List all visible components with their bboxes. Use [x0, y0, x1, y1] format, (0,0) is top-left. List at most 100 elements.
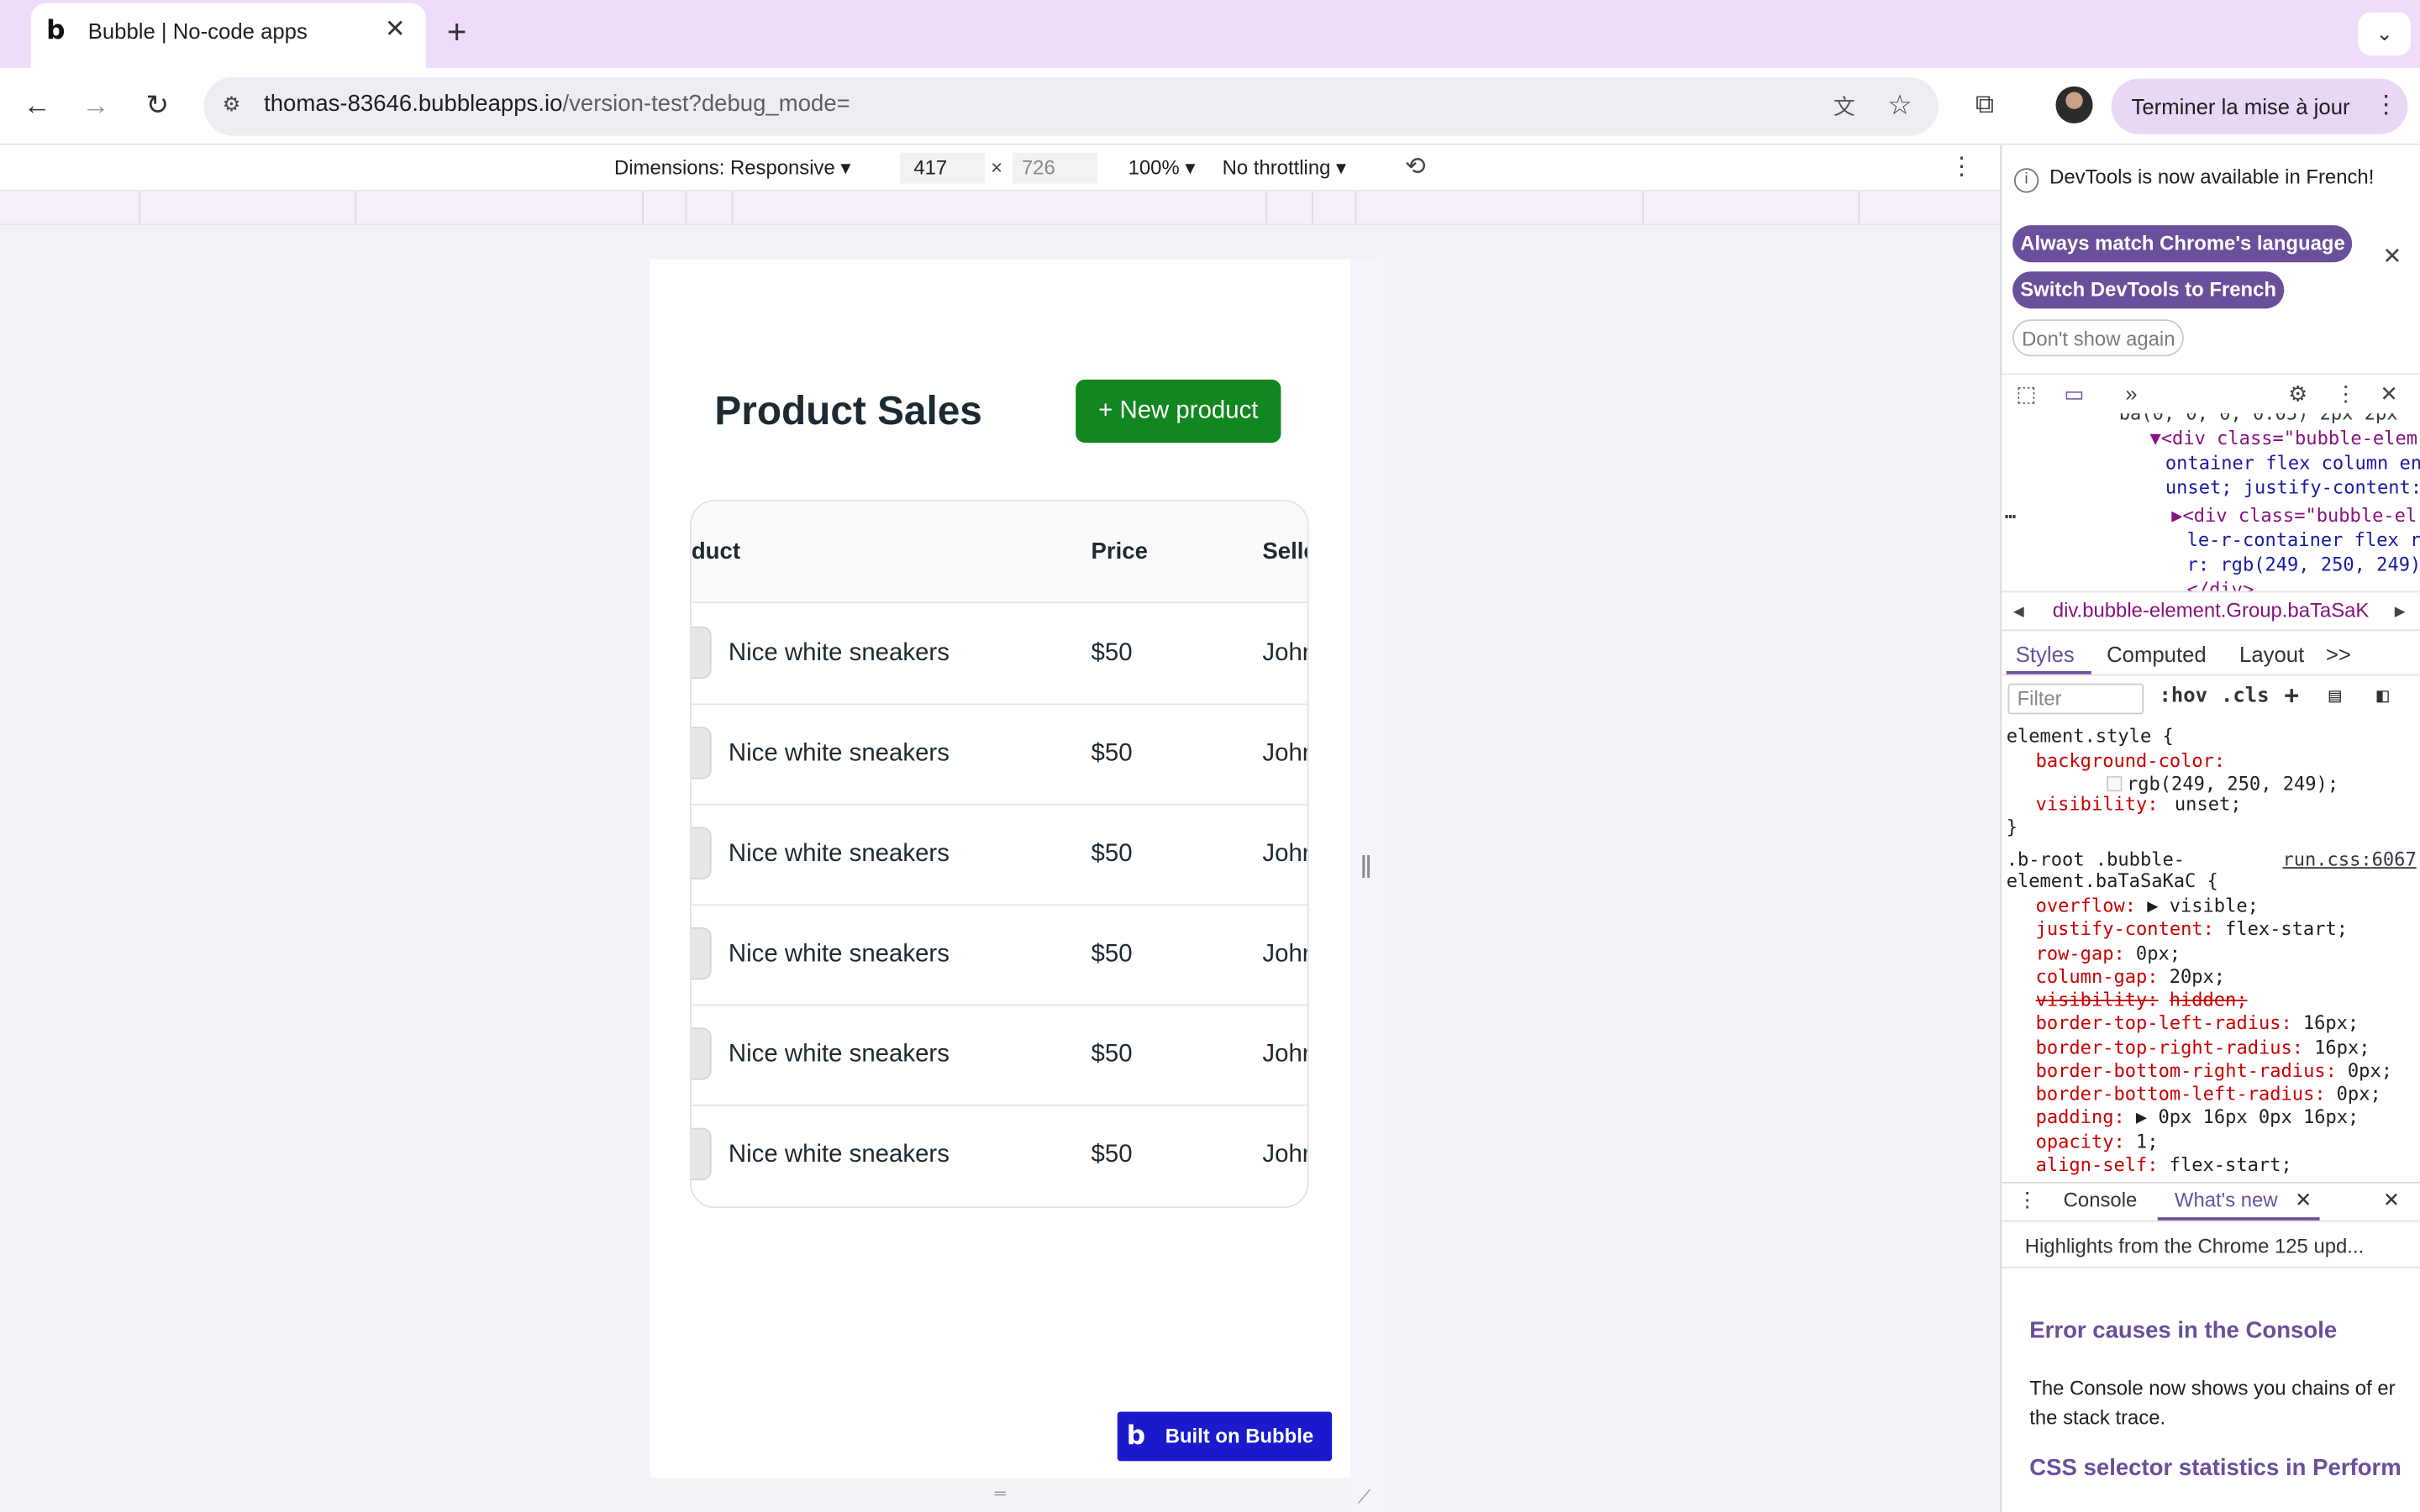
tab-console[interactable]: Console: [2064, 1188, 2138, 1211]
update-button[interactable]: Terminer la mise à jour: [2111, 78, 2408, 134]
css-prop[interactable]: overflow:: [2036, 895, 2136, 918]
css-value[interactable]: 16px;: [2303, 1012, 2359, 1036]
css-prop[interactable]: border-bottom-left-radius:: [2036, 1083, 2326, 1106]
table-row[interactable]: Nice white sneakers $50 Johr: [691, 906, 1307, 1006]
elements-tree[interactable]: ba(0, 0, 0, 0.05) 2px 2px ▼<div class="b…: [2002, 413, 2420, 591]
css-prop[interactable]: padding:: [2036, 1106, 2125, 1130]
css-prop[interactable]: background-color:: [2036, 750, 2226, 774]
dont-show-again-button[interactable]: Don't show again: [2012, 319, 2185, 357]
resize-bottom-icon[interactable]: ═: [977, 1487, 1023, 1503]
header-seller[interactable]: Selle: [1262, 538, 1307, 564]
extensions-puzzle-icon[interactable]: ⧉: [1966, 87, 2003, 123]
more-tabs-icon[interactable]: »: [2116, 378, 2147, 409]
styles-pane[interactable]: element.style { background-color: rgb(24…: [2002, 722, 2420, 1182]
viewport-width-input[interactable]: 417: [899, 152, 985, 184]
css-prop[interactable]: visibility:: [2036, 793, 2159, 816]
paint-brush-icon[interactable]: ▤: [2329, 685, 2341, 708]
viewport-height-input[interactable]: 726: [1012, 152, 1097, 184]
close-whats-new-icon[interactable]: ✕: [2295, 1188, 2312, 1212]
dom-line[interactable]: ▶<div class="bubble-el: [2171, 503, 2417, 528]
css-value[interactable]: ▶ 0px 16px 0px 16px;: [2136, 1106, 2359, 1130]
tab-styles[interactable]: Styles: [2016, 642, 2075, 666]
rotate-icon[interactable]: ⟲: [1398, 151, 1432, 185]
add-rule-icon[interactable]: +: [2284, 680, 2299, 710]
tab-layout[interactable]: Layout: [2239, 642, 2304, 666]
css-value[interactable]: 0px;: [2136, 942, 2181, 965]
header-product[interactable]: duct: [692, 538, 740, 564]
drawer-menu-icon[interactable]: ⋮: [2018, 1188, 2038, 1212]
sidebar-toggle-icon[interactable]: ◧: [2377, 685, 2389, 708]
url-text[interactable]: thomas-83646.bubbleapps.io/version-test?…: [264, 91, 850, 117]
devtools-menu-icon[interactable]: ⋮: [2330, 378, 2361, 409]
css-value[interactable]: 0px;: [2337, 1083, 2381, 1106]
device-toggle-icon[interactable]: ▭: [2059, 378, 2090, 409]
css-value[interactable]: hidden;: [2170, 989, 2248, 1012]
css-prop[interactable]: border-top-right-radius:: [2036, 1036, 2303, 1059]
tab-whats-new[interactable]: What's new: [2175, 1188, 2278, 1211]
tab-computed[interactable]: Computed: [2107, 642, 2207, 666]
translate-icon[interactable]: 文: [1828, 90, 1861, 123]
breadcrumb-right-icon[interactable]: ▶: [2389, 597, 2411, 625]
css-prop[interactable]: opacity:: [2036, 1130, 2125, 1153]
back-arrow-icon[interactable]: ←: [15, 83, 58, 126]
bookmark-star-icon[interactable]: ☆: [1883, 87, 1917, 123]
cls-toggle[interactable]: .cls: [2221, 685, 2270, 708]
table-row[interactable]: Nice white sneakers $50 Johr: [691, 605, 1307, 706]
close-drawer-icon[interactable]: ✕: [2383, 1188, 2400, 1212]
settings-gear-icon[interactable]: ⚙: [2282, 378, 2313, 409]
dom-line[interactable]: ▼<div class="bubble-elem: [2150, 426, 2417, 450]
new-tab-icon[interactable]: +: [439, 13, 476, 51]
css-value[interactable]: 16px;: [2314, 1036, 2370, 1059]
profile-avatar[interactable]: [2055, 86, 2093, 123]
table-row[interactable]: Nice white sneakers $50 Johr: [691, 705, 1307, 806]
tab-search-chevron-icon[interactable]: ⌄: [2358, 12, 2411, 56]
css-value[interactable]: ▶ visible;: [2147, 895, 2259, 918]
css-value[interactable]: 20px;: [2170, 965, 2225, 989]
new-product-button[interactable]: + New product: [1076, 379, 1281, 444]
browser-menu-icon[interactable]: ⋮: [2374, 79, 2398, 134]
css-prop[interactable]: justify-content:: [2036, 918, 2214, 942]
table-row[interactable]: Nice white sneakers $50 Johr: [691, 1106, 1307, 1206]
media-query-ruler[interactable]: [0, 191, 2001, 226]
css-prop[interactable]: row-gap:: [2036, 942, 2125, 965]
close-devtools-icon[interactable]: ✕: [2374, 378, 2405, 409]
styles-filter-input[interactable]: Filter: [2007, 683, 2144, 715]
css-value[interactable]: 1;: [2136, 1130, 2159, 1153]
css-value[interactable]: unset;: [2175, 793, 2242, 816]
dom-line[interactable]: ba(0, 0, 0, 0.05) 2px 2px: [2119, 413, 2398, 426]
device-more-icon[interactable]: ⋮: [1948, 151, 1975, 185]
css-prop[interactable]: border-bottom-right-radius:: [2036, 1059, 2337, 1083]
close-notice-icon[interactable]: ✕: [2380, 244, 2404, 271]
header-price[interactable]: Price: [1092, 538, 1148, 564]
whats-new-heading[interactable]: Error causes in the Console: [2029, 1318, 2337, 1344]
css-prop[interactable]: column-gap:: [2036, 965, 2159, 989]
throttling-select[interactable]: No throttling ▾: [1223, 156, 1346, 181]
forward-arrow-icon[interactable]: →: [74, 83, 117, 126]
site-settings-icon[interactable]: ⚙: [216, 90, 247, 121]
dimensions-select[interactable]: Dimensions: Responsive ▾: [614, 156, 850, 181]
inspect-element-icon[interactable]: ⬚: [2011, 378, 2042, 409]
breadcrumb[interactable]: div.bubble-element.Group.baTaSaK: [2053, 599, 2380, 622]
resize-handle-icon[interactable]: ‖: [1360, 846, 1372, 892]
zoom-select[interactable]: 100% ▾: [1128, 156, 1196, 181]
css-value[interactable]: flex-start;: [2170, 1153, 2292, 1177]
css-prop[interactable]: border-top-left-radius:: [2036, 1012, 2292, 1036]
tab-more[interactable]: >>: [2326, 642, 2351, 666]
css-source-link[interactable]: run.css:6067: [2282, 848, 2416, 872]
whats-new-heading[interactable]: CSS selector statistics in Perform: [2029, 1455, 2402, 1481]
switch-french-button[interactable]: Switch DevTools to French: [2012, 271, 2285, 309]
hov-toggle[interactable]: :hov: [2160, 685, 2208, 708]
css-prop[interactable]: align-self:: [2036, 1153, 2159, 1177]
color-swatch[interactable]: [2107, 775, 2123, 792]
table-row[interactable]: Nice white sneakers $50 Johr: [691, 1006, 1307, 1106]
resize-corner-icon[interactable]: ⟋: [1352, 1484, 1376, 1509]
node-ellipsis-icon[interactable]: …: [2005, 500, 2016, 524]
css-value[interactable]: 0px;: [2348, 1059, 2392, 1083]
dom-line[interactable]: </div>: [2187, 577, 2254, 591]
breadcrumb-left-icon[interactable]: ◀: [2008, 597, 2030, 625]
css-prop[interactable]: visibility:: [2036, 989, 2159, 1012]
match-language-button[interactable]: Always match Chrome's language: [2012, 225, 2353, 263]
table-row[interactable]: Nice white sneakers $50 Johr: [691, 806, 1307, 906]
reload-icon[interactable]: ↻: [136, 83, 179, 126]
css-value[interactable]: flex-start;: [2225, 918, 2348, 942]
